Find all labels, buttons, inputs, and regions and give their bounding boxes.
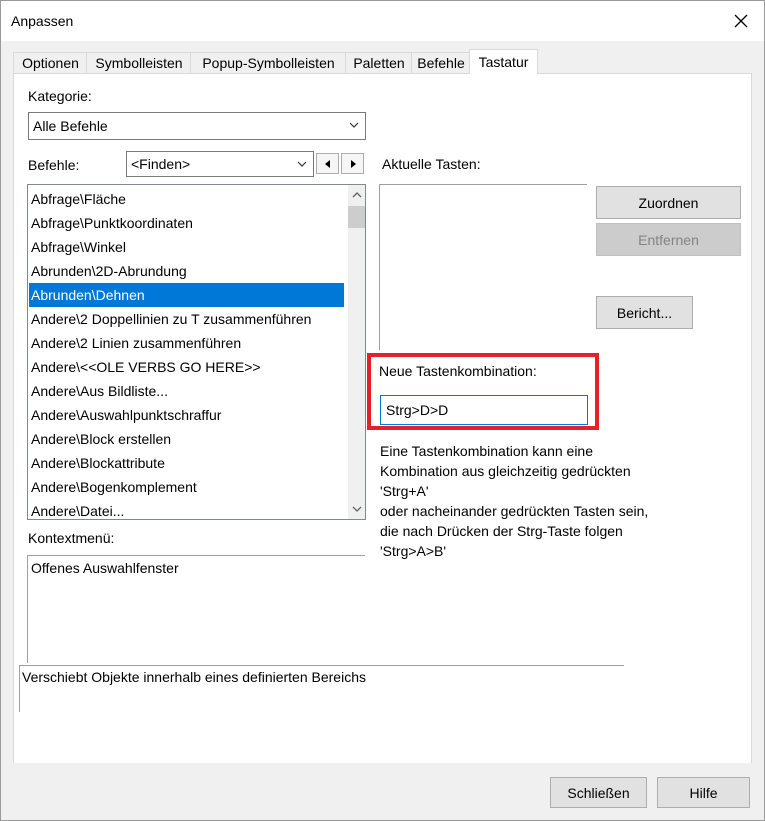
current-keys-list[interactable]	[379, 184, 587, 350]
list-item[interactable]: Abfrage\Punktkoordinaten	[29, 211, 344, 235]
tab-popup-symbolleisten[interactable]: Popup-Symbolleisten	[190, 52, 347, 73]
list-item[interactable]: Andere\Bogenkomplement	[29, 475, 344, 499]
list-item[interactable]: Andere\2 Linien zusammenführen	[29, 331, 344, 355]
hilfe-button[interactable]: Hilfe	[657, 777, 750, 808]
neue-tastenkombination-label: Neue Tastenkombination:	[379, 363, 537, 379]
context-menu-list[interactable]: Offenes Auswahlfenster	[27, 555, 365, 663]
tab-optionen[interactable]: Optionen	[13, 52, 88, 73]
context-menu-item[interactable]: Offenes Auswahlfenster	[31, 560, 179, 576]
chevron-down-icon	[297, 161, 307, 167]
list-item[interactable]: Andere\Blockattribute	[29, 451, 344, 475]
close-button[interactable]	[718, 1, 764, 41]
kategorie-label: Kategorie:	[28, 88, 92, 104]
bericht-button[interactable]: Bericht...	[596, 296, 693, 329]
scroll-down-icon[interactable]	[352, 506, 362, 513]
list-item[interactable]: Andere\Datei...	[29, 499, 344, 519]
triangle-right-icon	[350, 159, 356, 168]
title-bar: Anpassen	[1, 1, 764, 41]
list-item[interactable]: Andere\Aus Bildliste...	[29, 379, 344, 403]
find-previous-button[interactable]	[316, 153, 339, 174]
schliessen-button[interactable]: Schließen	[550, 777, 647, 808]
list-item[interactable]: Abrunden\2D-Abrundung	[29, 259, 344, 283]
list-item[interactable]: Andere\2 Doppellinien zu T zusammenführe…	[29, 307, 344, 331]
kategorie-select[interactable]: Alle Befehle	[28, 112, 366, 140]
commands-scrollbar[interactable]	[348, 185, 365, 519]
befehle-label: Befehle:	[28, 157, 80, 173]
list-item[interactable]: Andere\Auswahlpunktschraffur	[29, 403, 344, 427]
zuordnen-button[interactable]: Zuordnen	[596, 186, 741, 219]
tab-paletten[interactable]: Paletten	[345, 52, 413, 73]
list-item[interactable]: Andere\Block erstellen	[29, 427, 344, 451]
new-shortcut-input[interactable]: Strg>D>D	[380, 395, 588, 425]
tastatur-panel: Kategorie: Alle Befehle Befehle: <Finden…	[13, 73, 752, 765]
scroll-up-icon[interactable]	[352, 191, 362, 198]
entfernen-button: Entfernen	[596, 223, 741, 256]
tab-tastatur[interactable]: Tastatur	[469, 49, 538, 74]
list-item[interactable]: Abfrage\Fläche	[29, 187, 344, 211]
tab-symbolleisten[interactable]: Symbolleisten	[86, 52, 192, 73]
triangle-left-icon	[324, 159, 330, 168]
chevron-down-icon	[349, 122, 359, 128]
kontextmenu-label: Kontextmenü:	[28, 530, 115, 546]
shortcut-help-text: Eine Tastenkombination kann eine Kombina…	[380, 443, 649, 559]
find-next-button[interactable]	[341, 153, 364, 174]
list-item[interactable]: Abfrage\Winkel	[29, 235, 344, 259]
description-box: Verschiebt Objekte innerhalb eines defin…	[19, 665, 624, 712]
list-item[interactable]: Andere\<<OLE VERBS GO HERE>>	[29, 355, 344, 379]
scroll-thumb[interactable]	[348, 206, 365, 228]
dialog-title: Anpassen	[11, 13, 74, 29]
customize-dialog: Anpassen Optionen Symbolleisten Popup-Sy…	[0, 0, 765, 821]
description-text: Verschiebt Objekte innerhalb eines defin…	[22, 669, 366, 685]
commands-list[interactable]: Abfrage\Fläche Abfrage\Punktkoordinaten …	[27, 184, 366, 520]
dialog-footer: Schließen Hilfe	[1, 763, 764, 820]
list-item-selected[interactable]: Abrunden\Dehnen	[29, 283, 344, 307]
find-combo[interactable]: <Finden>	[126, 151, 314, 177]
close-icon	[734, 14, 748, 28]
aktuelle-tasten-label: Aktuelle Tasten:	[382, 156, 481, 172]
tab-befehle[interactable]: Befehle	[411, 52, 471, 73]
